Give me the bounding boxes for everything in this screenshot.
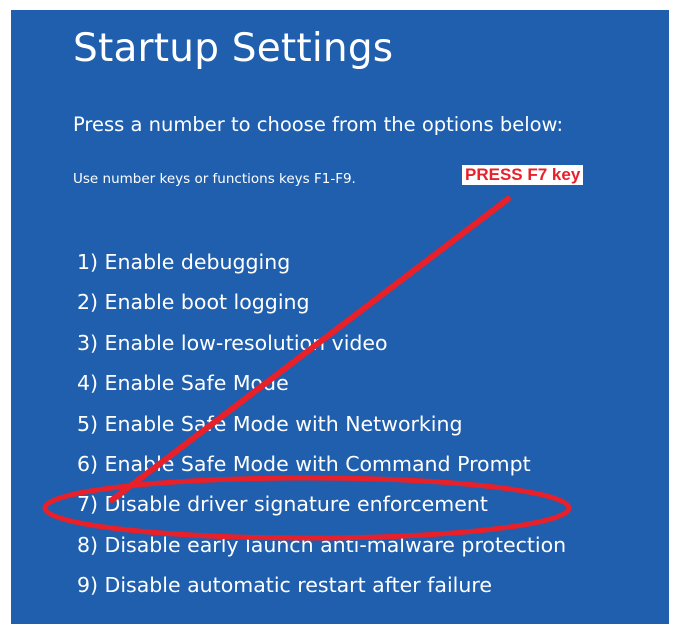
option-enable-boot-logging[interactable]: 2) Enable boot logging [77, 289, 566, 329]
option-enable-safe-mode-networking[interactable]: 5) Enable Safe Mode with Networking [77, 411, 566, 451]
option-enable-safe-mode-command-prompt[interactable]: 6) Enable Safe Mode with Command Prompt [77, 451, 566, 491]
option-disable-driver-signature-enforcement[interactable]: 7) Disable driver signature enforcement [77, 491, 566, 531]
option-disable-early-launch-anti-malware[interactable]: 8) Disable early launch anti-malware pro… [77, 532, 566, 572]
option-disable-automatic-restart[interactable]: 9) Disable automatic restart after failu… [77, 572, 566, 612]
option-enable-safe-mode[interactable]: 4) Enable Safe Mode [77, 370, 566, 410]
option-enable-low-resolution-video[interactable]: 3) Enable low-resolution video [77, 330, 566, 370]
option-enable-debugging[interactable]: 1) Enable debugging [77, 249, 566, 289]
instruction-text: Press a number to choose from the option… [73, 113, 564, 136]
options-list: 1) Enable debugging 2) Enable boot loggi… [77, 249, 566, 613]
page-title: Startup Settings [73, 26, 394, 71]
startup-settings-screen: Startup Settings Press a number to choos… [11, 10, 669, 624]
press-f7-callout: PRESS F7 key [462, 165, 584, 185]
hint-text: Use number keys or functions keys F1-F9. [73, 171, 356, 187]
